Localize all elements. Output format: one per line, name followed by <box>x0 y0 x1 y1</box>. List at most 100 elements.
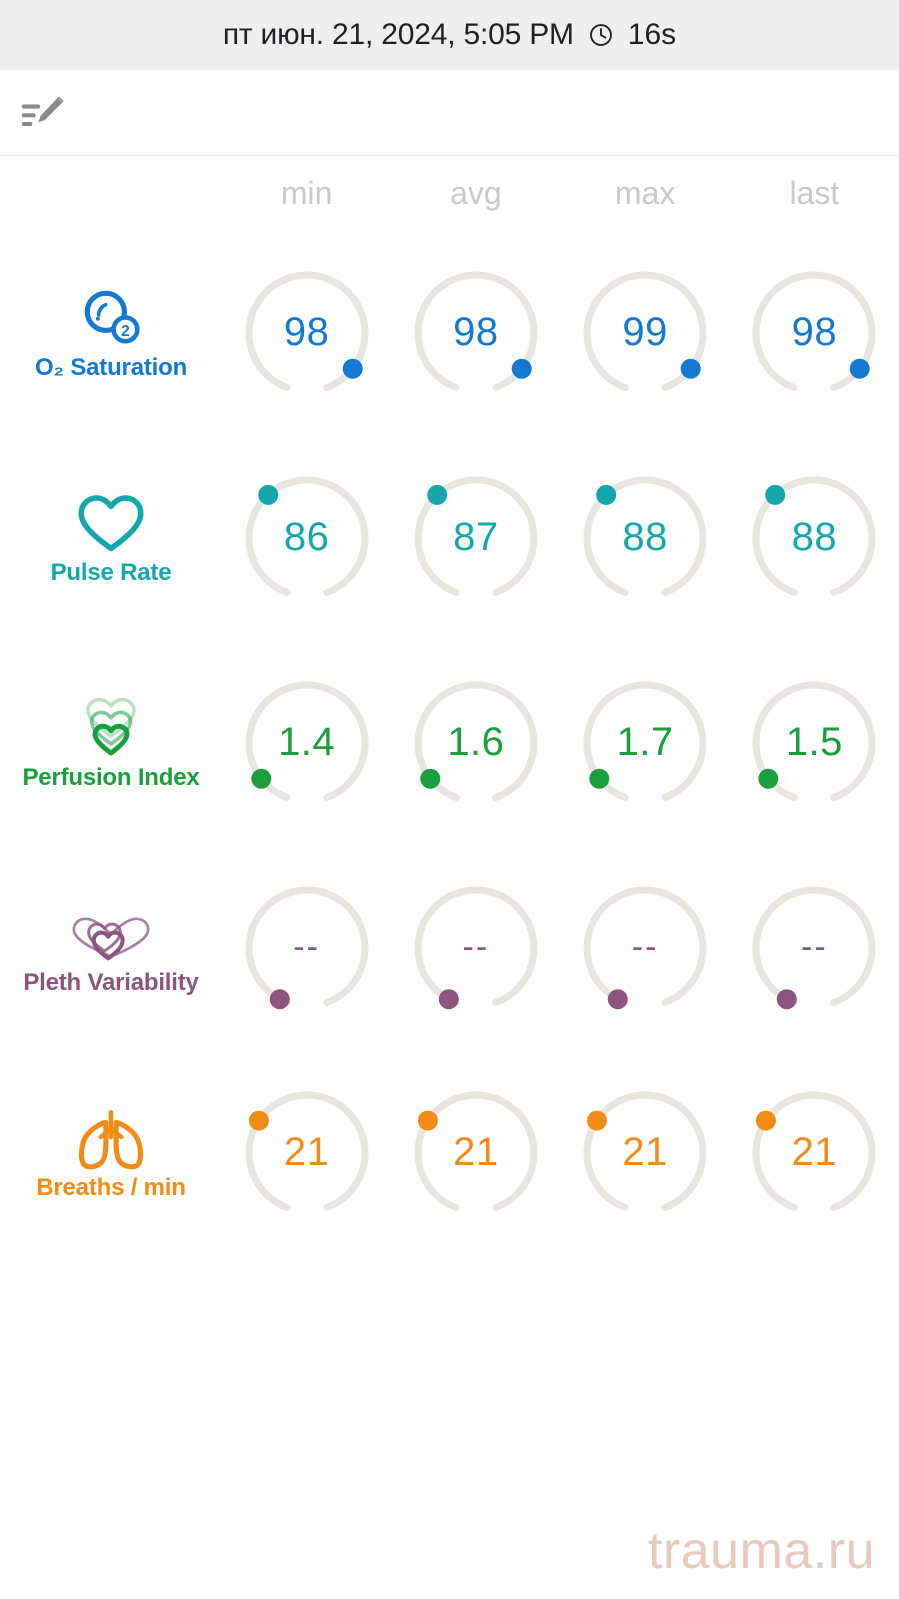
gauge-pulse-rate-avg: 87 <box>406 468 546 608</box>
vital-cell-perfusion-index-avg[interactable]: 1.6 <box>391 673 560 813</box>
gauge-value: 87 <box>453 515 499 559</box>
column-header-last: last <box>730 175 899 212</box>
vital-cell-perfusion-index-min[interactable]: 1.4 <box>222 673 391 813</box>
gauge-value: -- <box>293 928 320 966</box>
vital-cell-pleth-variability-avg[interactable]: -- <box>391 878 560 1018</box>
vitals-board: min avg max last 2 O₂ Saturation 98 98 99 98 P… <box>0 156 899 1255</box>
gauge-o-saturation-min: 98 <box>237 263 377 403</box>
heart-outline-icon <box>77 489 145 555</box>
gauge-value: 1.6 <box>447 720 505 764</box>
edit-note-icon[interactable] <box>18 87 70 139</box>
bottom-spacer <box>0 1255 899 1525</box>
gauge-o-saturation-max: 99 <box>575 263 715 403</box>
vital-cell-perfusion-index-last[interactable]: 1.5 <box>730 673 899 813</box>
vital-cell-breaths-min-last[interactable]: 21 <box>730 1083 899 1223</box>
column-header-min: min <box>222 175 391 212</box>
titlebar: пт июн. 21, 2024, 5:05 PM 16s <box>0 0 899 70</box>
vital-row-perfusion-index: Perfusion Index 1.4 1.6 1.7 1.5 <box>0 640 899 845</box>
vital-label-perfusion-index[interactable]: Perfusion Index <box>0 694 222 792</box>
gauge-value: 88 <box>791 515 838 559</box>
vital-row-pulse-rate: Pulse Rate 86 87 88 88 <box>0 435 899 640</box>
vital-label-pleth-variability[interactable]: Pleth Variability <box>0 899 222 997</box>
gauge-pleth-variability-max: -- <box>575 878 715 1018</box>
vital-row-pleth-variability: Pleth Variability -- -- -- -- <box>0 845 899 1050</box>
vital-name: Pulse Rate <box>50 558 172 586</box>
vital-name: Pleth Variability <box>23 968 199 996</box>
vital-cell-o-saturation-max[interactable]: 99 <box>561 263 730 403</box>
gauge-value: 98 <box>791 310 838 354</box>
gauge-pleth-variability-min: -- <box>237 878 377 1018</box>
column-header-label: avg <box>450 174 502 211</box>
gauge-perfusion-index-max: 1.7 <box>575 673 715 813</box>
vital-label-breaths-min[interactable]: Breaths / min <box>0 1104 222 1202</box>
gauge-perfusion-index-avg: 1.6 <box>406 673 546 813</box>
vital-cell-o-saturation-last[interactable]: 98 <box>730 263 899 403</box>
gauge-value: 21 <box>791 1130 838 1174</box>
column-header-max: max <box>561 175 730 212</box>
gauge-breaths-min-last: 21 <box>744 1083 884 1223</box>
vital-cell-breaths-min-max[interactable]: 21 <box>561 1083 730 1223</box>
vital-cell-breaths-min-min[interactable]: 21 <box>222 1083 391 1223</box>
vital-name: Breaths / min <box>36 1173 186 1201</box>
vital-cell-pleth-variability-last[interactable]: -- <box>730 878 899 1018</box>
vital-cell-pulse-rate-avg[interactable]: 87 <box>391 468 560 608</box>
vital-cell-pleth-variability-min[interactable]: -- <box>222 878 391 1018</box>
gauge-value: 1.7 <box>616 720 674 764</box>
nested-hearts-icon <box>75 694 147 760</box>
gauge-value: 21 <box>283 1130 330 1174</box>
gauge-pulse-rate-min: 86 <box>237 468 377 608</box>
gauge-pulse-rate-last: 88 <box>744 468 884 608</box>
gauge-value: 98 <box>283 310 330 354</box>
gauge-o-saturation-avg: 98 <box>406 263 546 403</box>
watermark: trauma.ru <box>647 1522 875 1580</box>
gauge-o-saturation-last: 98 <box>744 263 884 403</box>
vital-label-pulse-rate[interactable]: Pulse Rate <box>0 489 222 587</box>
column-header-avg: avg <box>391 175 560 212</box>
lungs-icon <box>76 1104 146 1170</box>
vital-name: Perfusion Index <box>22 763 200 791</box>
column-header-label: max <box>614 174 676 211</box>
gauge-value: 86 <box>283 515 330 559</box>
gauge-breaths-min-avg: 21 <box>406 1083 546 1223</box>
vital-cell-perfusion-index-max[interactable]: 1.7 <box>561 673 730 813</box>
gauge-value: 1.5 <box>785 720 843 764</box>
column-header-row: min avg max last <box>0 156 899 230</box>
gauge-value: 21 <box>453 1130 499 1174</box>
gauge-pleth-variability-last: -- <box>744 878 884 1018</box>
gauge-perfusion-index-last: 1.5 <box>744 673 884 813</box>
vital-cell-pleth-variability-max[interactable]: -- <box>561 878 730 1018</box>
vital-cell-pulse-rate-min[interactable]: 86 <box>222 468 391 608</box>
gauge-breaths-min-min: 21 <box>237 1083 377 1223</box>
pleth-hearts-icon <box>71 899 151 965</box>
gauge-value: 1.4 <box>278 720 336 764</box>
gauge-value: -- <box>801 928 828 966</box>
gauge-pulse-rate-max: 88 <box>575 468 715 608</box>
clock-icon <box>588 22 614 48</box>
gauge-value: -- <box>462 928 490 966</box>
vital-row-breaths-min: Breaths / min 21 21 21 21 <box>0 1050 899 1255</box>
session-datetime: пт июн. 21, 2024, 5:05 PM <box>222 18 574 51</box>
vital-cell-pulse-rate-last[interactable]: 88 <box>730 468 899 608</box>
vital-cell-pulse-rate-max[interactable]: 88 <box>561 468 730 608</box>
gauge-breaths-min-max: 21 <box>575 1083 715 1223</box>
vital-label-o-saturation[interactable]: 2 O₂ Saturation <box>0 284 222 382</box>
vital-cell-breaths-min-avg[interactable]: 21 <box>391 1083 560 1223</box>
gauge-value: -- <box>631 928 659 966</box>
gauge-value: 98 <box>453 310 499 354</box>
oxygen-bubble-icon: 2 <box>78 284 144 350</box>
gauge-value: 99 <box>622 310 668 354</box>
vitals-rows: 2 O₂ Saturation 98 98 99 98 Pulse Rate 86 87 88 88… <box>0 230 899 1255</box>
column-header-label: min <box>280 174 333 211</box>
gauge-perfusion-index-min: 1.4 <box>237 673 377 813</box>
vital-row-o-saturation: 2 O₂ Saturation 98 98 99 98 <box>0 230 899 435</box>
gauge-pleth-variability-avg: -- <box>406 878 546 1018</box>
column-header-label: last <box>789 174 840 211</box>
svg-text:2: 2 <box>121 323 130 340</box>
gauge-value: 21 <box>622 1130 668 1174</box>
toolbar <box>0 70 899 156</box>
gauge-value: 88 <box>622 515 668 559</box>
vital-cell-o-saturation-min[interactable]: 98 <box>222 263 391 403</box>
vital-name: O₂ Saturation <box>34 353 188 381</box>
vital-cell-o-saturation-avg[interactable]: 98 <box>391 263 560 403</box>
session-duration: 16s <box>627 18 677 51</box>
